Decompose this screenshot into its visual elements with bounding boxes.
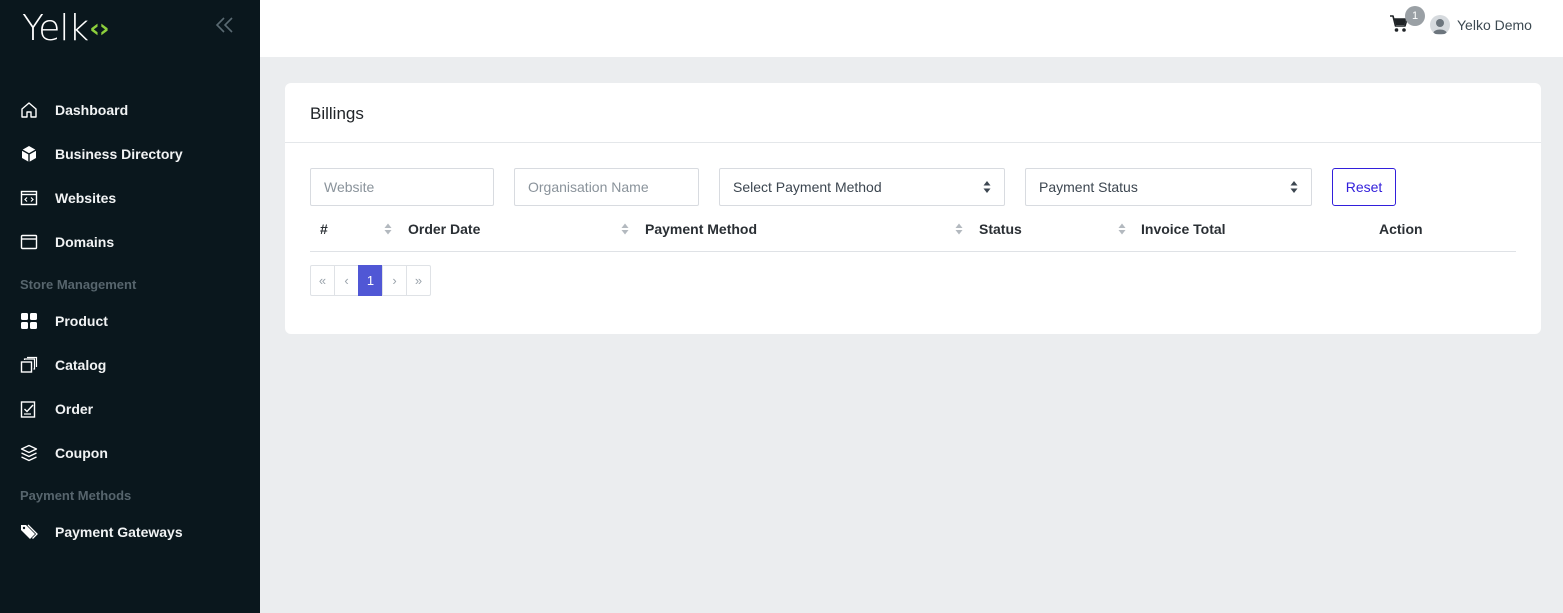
section-payment-methods: Payment Methods xyxy=(20,488,132,503)
sidebar-item-websites[interactable]: Websites xyxy=(0,178,260,218)
browser-icon xyxy=(19,233,38,252)
payment-status-selected: Payment Status xyxy=(1039,179,1138,195)
column-header-invoice-total[interactable]: Invoice Total xyxy=(1141,221,1226,237)
table-header-divider xyxy=(310,251,1516,252)
pagination-next[interactable]: › xyxy=(382,265,407,296)
sidebar-item-label: Catalog xyxy=(55,357,107,373)
column-header-action: Action xyxy=(1379,221,1423,237)
sidebar-item-label: Dashboard xyxy=(55,102,129,118)
pagination-last[interactable]: » xyxy=(406,265,431,296)
sort-icon[interactable] xyxy=(384,223,392,235)
pagination-page-current[interactable]: 1 xyxy=(358,265,383,296)
reset-button[interactable]: Reset xyxy=(1332,168,1396,206)
organisation-name-input[interactable] xyxy=(514,168,699,206)
checklist-icon xyxy=(19,400,38,419)
sidebar-item-label: Business Directory xyxy=(55,146,183,162)
page-title: Billings xyxy=(310,104,364,123)
layers-icon xyxy=(19,444,38,463)
collapse-sidebar-icon[interactable] xyxy=(214,14,236,38)
payment-status-select[interactable]: Payment Status xyxy=(1025,168,1312,206)
cart-count-badge: 1 xyxy=(1405,6,1425,26)
top-header: 1 Yelko Demo xyxy=(260,0,1563,57)
sidebar-item-dashboard[interactable]: Dashboard xyxy=(0,90,260,130)
logo-text: Yelk xyxy=(22,8,89,49)
payment-method-selected: Select Payment Method xyxy=(733,179,882,195)
sidebar-item-label: Product xyxy=(55,313,108,329)
sidebar-item-domains[interactable]: Domains xyxy=(0,222,260,262)
user-name[interactable]: Yelko Demo xyxy=(1457,17,1532,33)
sort-icon[interactable] xyxy=(621,223,629,235)
pagination-first[interactable]: « xyxy=(310,265,335,296)
sidebar-item-label: Websites xyxy=(55,190,117,206)
sidebar-item-label: Payment Gateways xyxy=(55,524,183,540)
column-header-status[interactable]: Status xyxy=(979,221,1022,237)
column-header-number[interactable]: # xyxy=(320,221,328,237)
select-arrows-icon xyxy=(1290,181,1298,193)
sort-icon[interactable] xyxy=(1118,223,1126,235)
tags-icon xyxy=(19,523,38,542)
payment-method-select[interactable]: Select Payment Method xyxy=(719,168,1005,206)
grid-icon xyxy=(19,312,38,331)
logo-mark: ‹› xyxy=(89,13,109,44)
section-store-management: Store Management xyxy=(20,277,137,292)
sidebar-item-label: Coupon xyxy=(55,445,108,461)
sidebar-item-label: Order xyxy=(55,401,94,417)
select-arrows-icon xyxy=(983,181,991,193)
sidebar-item-coupon[interactable]: Coupon xyxy=(0,433,260,473)
home-icon xyxy=(19,101,38,120)
yelko-logo[interactable]: Yelk ‹› xyxy=(22,8,110,49)
sidebar-item-label: Domains xyxy=(55,234,115,250)
card-divider xyxy=(285,142,1541,143)
box-icon xyxy=(19,145,38,164)
sidebar: Yelk ‹› Dashboard Business Directory Webs… xyxy=(0,0,260,613)
pagination: « ‹ 1 › » xyxy=(310,265,431,296)
column-header-order-date[interactable]: Order Date xyxy=(408,221,480,237)
code-window-icon xyxy=(19,189,38,208)
sidebar-item-catalog[interactable]: Catalog xyxy=(0,345,260,385)
billings-card: Billings Select Payment Method Payment S… xyxy=(285,83,1541,334)
column-header-payment-method[interactable]: Payment Method xyxy=(645,221,757,237)
sidebar-item-business-directory[interactable]: Business Directory xyxy=(0,134,260,174)
sidebar-item-product[interactable]: Product xyxy=(0,301,260,341)
sidebar-item-order[interactable]: Order xyxy=(0,389,260,429)
pagination-prev[interactable]: ‹ xyxy=(334,265,359,296)
copy-icon xyxy=(19,356,38,375)
sort-icon[interactable] xyxy=(955,223,963,235)
website-input[interactable] xyxy=(310,168,494,206)
sidebar-item-payment-gateways[interactable]: Payment Gateways xyxy=(0,512,260,552)
user-avatar[interactable] xyxy=(1430,15,1450,35)
